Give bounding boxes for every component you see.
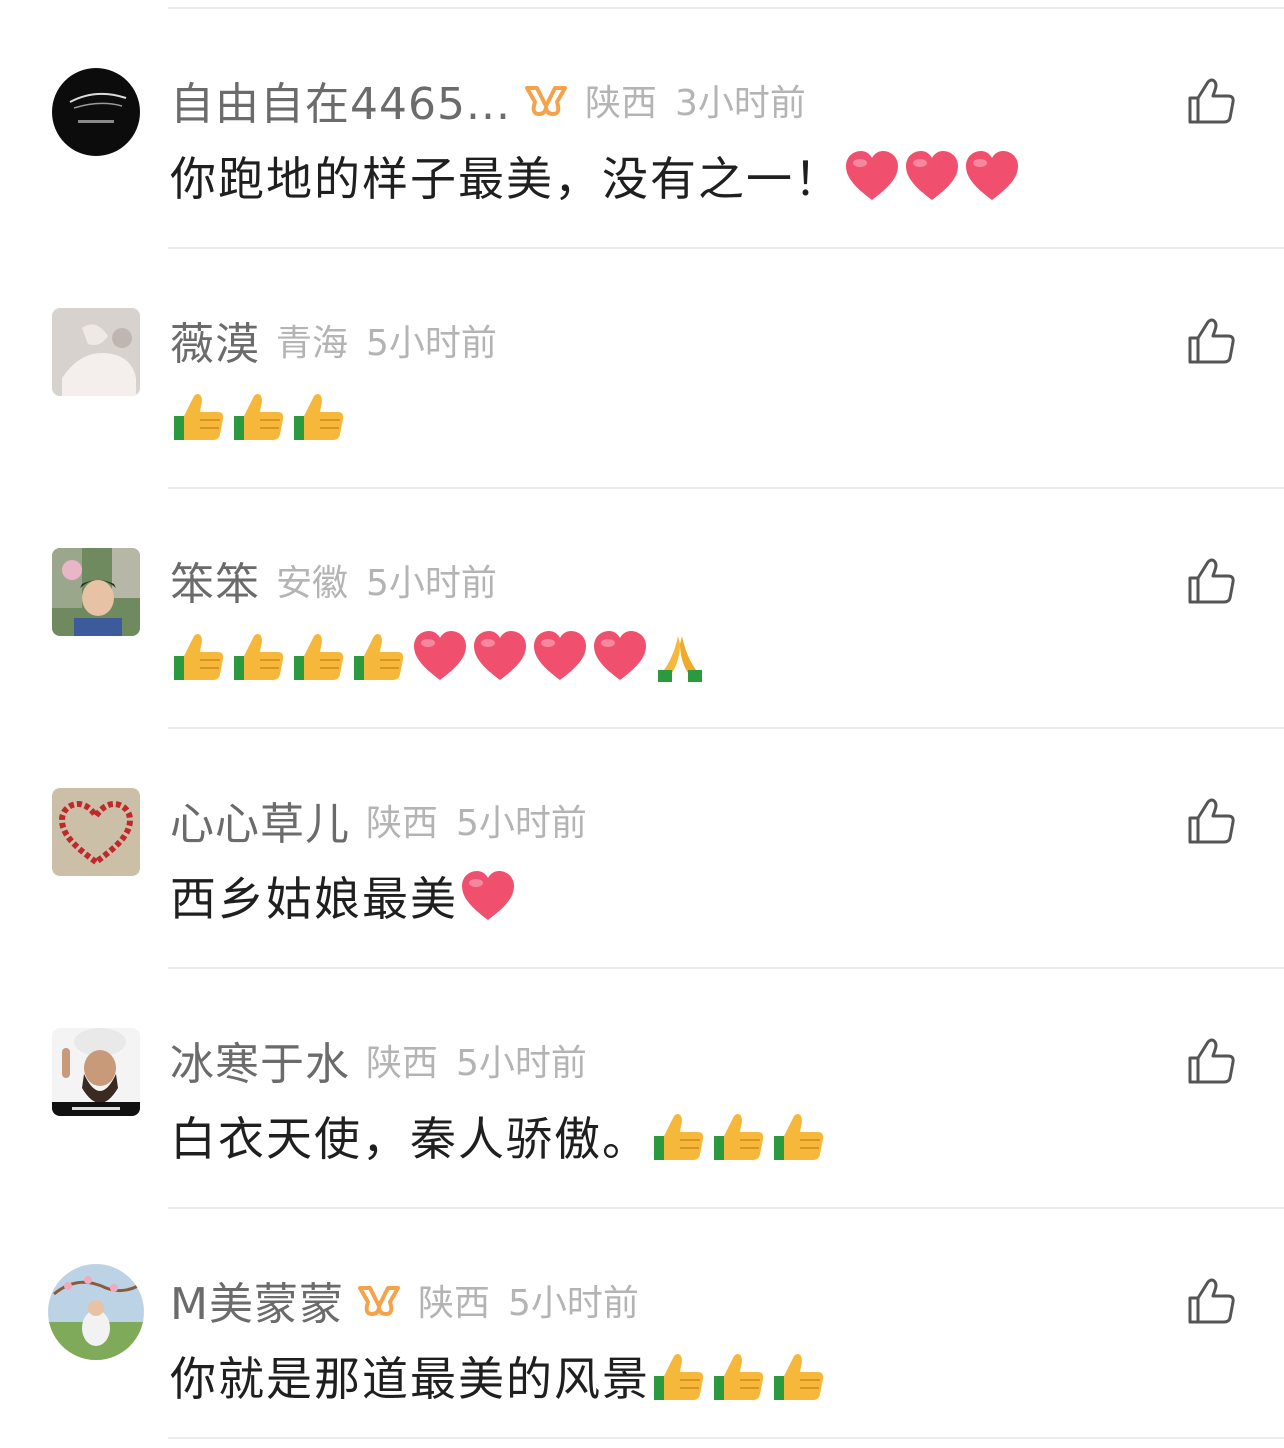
comment-item: 自由自在4465... 陕西 3小时前 你跑地的样子最美，没有之一！ bbox=[0, 8, 1284, 248]
location: 青海 bbox=[276, 323, 349, 364]
comment-item: 笨笨 安徽 5小时前 bbox=[0, 488, 1284, 728]
comment-content: 白衣天使，秦人骄傲。 bbox=[170, 1104, 830, 1168]
thumbs-up-emoji bbox=[290, 626, 350, 686]
heart-emoji bbox=[962, 146, 1022, 206]
thumbs-up-emoji bbox=[710, 1106, 770, 1166]
comment-text: 白衣天使，秦人骄傲。 bbox=[170, 1112, 650, 1166]
like-button[interactable] bbox=[1184, 74, 1238, 128]
thumbs-up-emoji bbox=[710, 1346, 770, 1406]
comment-content bbox=[170, 384, 350, 448]
vip-badge-icon bbox=[523, 80, 569, 120]
thumbs-up-emoji bbox=[350, 626, 410, 686]
thumbs-up-emoji bbox=[650, 1106, 710, 1166]
heart-emoji bbox=[842, 146, 902, 206]
avatar[interactable] bbox=[52, 788, 140, 876]
thumbs-up-outline-icon bbox=[1188, 1278, 1235, 1324]
comment-content: 你跑地的样子最美，没有之一！ bbox=[170, 144, 1022, 208]
thumbs-up-outline-icon bbox=[1188, 318, 1235, 364]
dark-logo-avatar-image bbox=[52, 68, 140, 156]
comment-item: 薇漠 青海 5小时前 bbox=[0, 248, 1284, 488]
thumbs-up-emoji bbox=[650, 1346, 710, 1406]
comment-meta: 薇漠 青海 5小时前 bbox=[170, 310, 497, 370]
username[interactable]: 冰寒于水 bbox=[170, 1028, 350, 1092]
avatar[interactable] bbox=[52, 68, 140, 156]
thumbs-up-emoji bbox=[770, 1106, 830, 1166]
comment-meta: M美蒙蒙 陕西 5小时前 bbox=[170, 1270, 639, 1330]
location: 陕西 bbox=[366, 803, 439, 844]
comment-meta: 笨笨 安徽 5小时前 bbox=[170, 550, 497, 610]
thumbs-up-outline-icon bbox=[1188, 558, 1235, 604]
timestamp: 3小时前 bbox=[674, 83, 806, 124]
thumbs-up-emoji bbox=[170, 386, 230, 446]
location: 安徽 bbox=[276, 563, 349, 604]
like-button[interactable] bbox=[1184, 794, 1238, 848]
heart-emoji bbox=[590, 626, 650, 686]
username[interactable]: 薇漠 bbox=[170, 308, 260, 372]
username[interactable]: M美蒙蒙 bbox=[170, 1268, 344, 1332]
avatar[interactable] bbox=[52, 548, 140, 636]
comment-item: 心心草儿 陕西 5小时前 西乡姑娘最美 bbox=[0, 728, 1284, 968]
timestamp: 5小时前 bbox=[456, 1043, 587, 1084]
comment-text: 你就是那道最美的风景 bbox=[170, 1352, 650, 1406]
heart-emoji bbox=[458, 866, 518, 926]
heart-emoji bbox=[902, 146, 962, 206]
location: 陕西 bbox=[417, 1283, 490, 1324]
comment-item: 冰寒于水 陕西 5小时前 白衣天使，秦人骄傲。 bbox=[0, 968, 1284, 1208]
comment-list: 自由自在4465... 陕西 3小时前 你跑地的样子最美，没有之一！ 薇漠 青海… bbox=[0, 0, 1284, 1440]
timestamp: 5小时前 bbox=[366, 563, 497, 604]
hands-photo-avatar-image bbox=[52, 308, 140, 396]
garden-photo-avatar-image bbox=[48, 1264, 144, 1360]
man-turban-avatar-image bbox=[52, 1028, 140, 1116]
comment-text: 你跑地的样子最美，没有之一！ bbox=[170, 152, 842, 206]
comment-content: 你就是那道最美的风景 bbox=[170, 1344, 830, 1408]
username[interactable]: 笨笨 bbox=[170, 548, 260, 612]
heart-emoji bbox=[410, 626, 470, 686]
username[interactable]: 心心草儿 bbox=[170, 788, 350, 852]
comment-meta: 自由自在4465... 陕西 3小时前 bbox=[170, 70, 806, 130]
timestamp: 5小时前 bbox=[507, 1283, 639, 1324]
thumbs-up-emoji bbox=[230, 626, 290, 686]
like-button[interactable] bbox=[1184, 1034, 1238, 1088]
location: 陕西 bbox=[366, 1043, 439, 1084]
thumbs-up-emoji bbox=[290, 386, 350, 446]
thumbs-up-outline-icon bbox=[1188, 798, 1235, 844]
man-portrait-avatar-image bbox=[52, 548, 140, 636]
folded-hands-emoji bbox=[650, 626, 710, 686]
comment-meta: 心心草儿 陕西 5小时前 bbox=[170, 790, 587, 850]
avatar[interactable] bbox=[52, 1028, 140, 1116]
comment-text: 西乡姑娘最美 bbox=[170, 872, 458, 926]
like-button[interactable] bbox=[1184, 554, 1238, 608]
comment-content bbox=[170, 624, 710, 688]
divider bbox=[168, 1437, 1284, 1439]
heart-emoji bbox=[530, 626, 590, 686]
username[interactable]: 自由自在4465... bbox=[170, 68, 511, 132]
like-button[interactable] bbox=[1184, 1274, 1238, 1328]
thumbs-up-emoji bbox=[230, 386, 290, 446]
comment-item: M美蒙蒙 陕西 5小时前 你就是那道最美的风景 bbox=[0, 1208, 1284, 1448]
thumbs-up-outline-icon bbox=[1188, 1038, 1235, 1084]
timestamp: 5小时前 bbox=[456, 803, 587, 844]
heart-emoji bbox=[470, 626, 530, 686]
timestamp: 5小时前 bbox=[366, 323, 497, 364]
avatar[interactable] bbox=[48, 1264, 144, 1360]
thumbs-up-outline-icon bbox=[1188, 78, 1235, 124]
avatar[interactable] bbox=[52, 308, 140, 396]
vip-badge-icon bbox=[356, 1280, 402, 1320]
thumbs-up-emoji bbox=[770, 1346, 830, 1406]
comment-content: 西乡姑娘最美 bbox=[170, 864, 518, 928]
comment-meta: 冰寒于水 陕西 5小时前 bbox=[170, 1030, 587, 1090]
thumbs-up-emoji bbox=[170, 626, 230, 686]
like-button[interactable] bbox=[1184, 314, 1238, 368]
heart-shape-avatar-image bbox=[52, 788, 140, 876]
location: 陕西 bbox=[584, 83, 657, 124]
